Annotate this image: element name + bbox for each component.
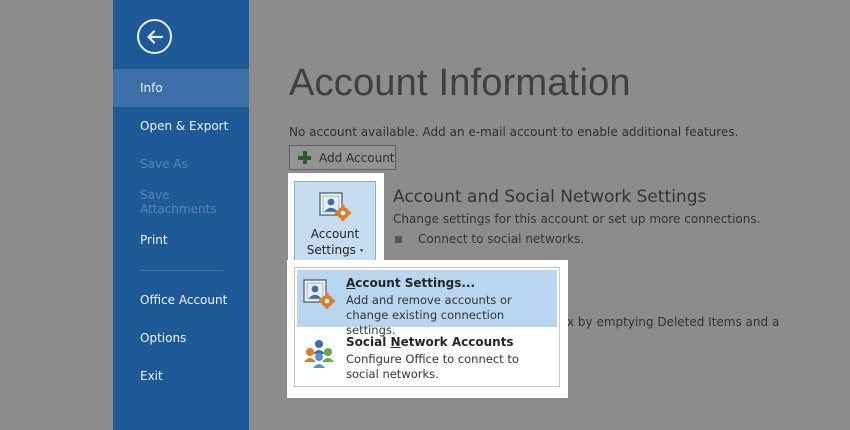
menu-item-account-settings[interactable]: Account Settings... Add and remove accou… xyxy=(297,270,557,337)
nav-item-info[interactable]: Info xyxy=(113,69,249,107)
nav-item-print[interactable]: Print xyxy=(113,221,249,259)
nav-item-save-attachments[interactable]: Save Attachments xyxy=(113,183,249,221)
no-account-message: No account available. Add an e-mail acco… xyxy=(289,125,739,139)
social-network-icon xyxy=(304,340,334,368)
section-heading: Account and Social Network Settings xyxy=(393,187,707,207)
add-account-button[interactable]: Add Account xyxy=(289,145,396,170)
account-settings-icon xyxy=(319,192,351,221)
page-title: Account Information xyxy=(289,62,631,104)
nav-item-options[interactable]: Options xyxy=(113,319,249,357)
dropdown-highlight: Account Settings... Add and remove accou… xyxy=(287,260,568,398)
back-arrow-icon xyxy=(146,29,163,44)
backdrop xyxy=(0,0,113,430)
bullet-item: Connect to social networks. xyxy=(395,232,584,246)
mailbox-cleanup-text: x by emptying Deleted Items and a xyxy=(567,315,780,329)
account-settings-dropdown: Account Settings... Add and remove accou… xyxy=(294,267,560,387)
menu-item-title: Social Network Accounts xyxy=(346,335,514,349)
menu-item-title: Account Settings... xyxy=(346,276,476,290)
backstage-sidebar: Info Open & Export Save As Save Attachme… xyxy=(113,0,249,430)
plus-icon xyxy=(298,151,311,164)
nav-separator xyxy=(139,270,223,271)
account-settings-tile-highlight: Account Settings ▾ xyxy=(288,173,384,271)
chevron-down-icon: ▾ xyxy=(359,246,364,255)
add-account-label: Add Account xyxy=(319,150,395,165)
bullet-icon xyxy=(395,235,402,243)
menu-item-social-network-accounts[interactable]: Social Network Accounts Configure Office… xyxy=(297,329,557,386)
nav-item-save-as[interactable]: Save As xyxy=(113,145,249,183)
account-settings-icon xyxy=(303,279,335,309)
nav-item-open-export[interactable]: Open & Export xyxy=(113,107,249,145)
section-description: Change settings for this account or set … xyxy=(393,212,761,226)
account-settings-button[interactable]: Account Settings ▾ xyxy=(294,181,376,267)
nav-item-office-account[interactable]: Office Account xyxy=(113,281,249,319)
back-button[interactable] xyxy=(137,19,172,54)
nav-item-exit[interactable]: Exit xyxy=(113,357,249,395)
menu-item-description: Configure Office to connect to social net… xyxy=(346,352,519,381)
bullet-text: Connect to social networks. xyxy=(418,232,585,246)
account-settings-tile-label: Account Settings ▾ xyxy=(306,227,364,257)
